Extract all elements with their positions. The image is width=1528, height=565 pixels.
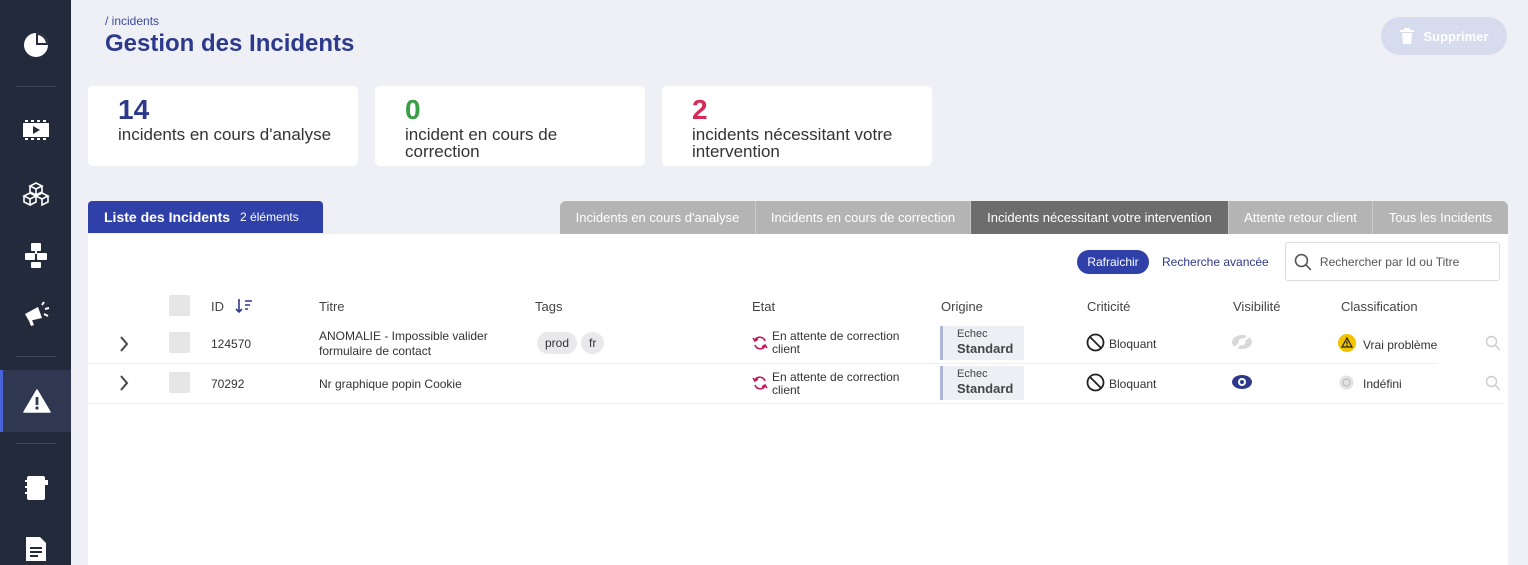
status-line: client (772, 342, 801, 356)
status-line: client (772, 383, 801, 397)
table-row[interactable]: 124570 ANOMALIE - Impossible valider for… (88, 323, 1508, 363)
row-checkbox[interactable] (169, 332, 190, 353)
tab-all[interactable]: Tous les Incidents (1373, 201, 1508, 234)
video-icon (22, 119, 49, 141)
notebook-icon (24, 476, 48, 500)
criticality-label: Bloquant (1109, 337, 1157, 351)
list-title-tab: Liste des Incidents 2 éléments (88, 201, 323, 233)
origin-type: Echec (957, 328, 988, 340)
search-icon[interactable] (1485, 375, 1501, 391)
column-header-classification: Classification (1341, 299, 1418, 314)
warning-icon (1338, 334, 1356, 352)
tags: prod fr (537, 332, 608, 354)
incident-title-line: ANOMALIE - Impossible valider (319, 329, 488, 343)
blocked-icon (1086, 333, 1105, 352)
sync-icon (752, 376, 768, 390)
nav-dashboard[interactable] (0, 14, 71, 76)
tag[interactable]: fr (581, 332, 605, 354)
workflow-icon (24, 243, 47, 268)
tab-awaiting-client[interactable]: Attente retour client (1229, 201, 1373, 234)
nav-videos[interactable] (0, 99, 71, 161)
chevron-right-icon[interactable] (118, 374, 130, 392)
stat-card-correction[interactable]: 0 incident en cours de correction (375, 86, 645, 166)
stat-card-analysis[interactable]: 14 incidents en cours d'analyse (88, 86, 358, 166)
list-title: Liste des Incidents (104, 209, 231, 225)
incident-title[interactable]: ANOMALIE - Impossible valider formulaire… (319, 329, 488, 359)
stat-card-intervention[interactable]: 2 incidents nécessitant votre interventi… (662, 86, 932, 166)
origin-badge: Echec Standard (940, 326, 1024, 360)
stat-value: 14 (118, 94, 150, 125)
origin-badge: Echec Standard (940, 366, 1024, 400)
advanced-search-link[interactable]: Recherche avancée (1162, 255, 1269, 269)
delete-button[interactable]: Supprimer (1381, 17, 1507, 55)
sync-icon (752, 336, 768, 350)
search-input[interactable] (1319, 254, 1499, 269)
tab-intervention[interactable]: Incidents nécessitant votre intervention (971, 201, 1229, 234)
breadcrumb[interactable]: / incidents (105, 14, 159, 28)
list-count: 2 éléments (240, 210, 299, 224)
column-header-label: ID (211, 299, 224, 314)
warning-icon (23, 389, 51, 413)
delete-button-label: Supprimer (1423, 28, 1489, 44)
megaphone-icon (24, 301, 49, 326)
refresh-button[interactable]: Rafraichir (1077, 250, 1149, 274)
row-checkbox[interactable] (169, 372, 190, 393)
column-header-status: Etat (752, 299, 776, 314)
incident-title[interactable]: Nr graphique popin Cookie (319, 377, 462, 391)
chevron-right-icon[interactable] (118, 335, 130, 353)
criticality-label: Bloquant (1109, 377, 1157, 391)
undefined-icon (1339, 375, 1354, 390)
column-header-id[interactable]: ID (211, 299, 224, 314)
sidebar (0, 0, 71, 565)
column-header-criticality: Criticité (1087, 299, 1131, 314)
nav-modules[interactable] (0, 163, 71, 225)
cubes-icon (21, 182, 50, 207)
tag[interactable]: prod (537, 332, 578, 354)
nav-workflow[interactable] (0, 224, 71, 286)
tab-correction[interactable]: Incidents en cours de correction (756, 201, 971, 234)
visible-eye-icon[interactable] (1231, 373, 1253, 391)
column-header-tags: Tags (535, 299, 563, 314)
column-header-origin: Origine (941, 299, 983, 314)
nav-incidents[interactable] (0, 370, 71, 432)
search-icon[interactable] (1485, 335, 1501, 351)
stat-label: incident en cours de correction (405, 125, 558, 161)
tab-analysis[interactable]: Incidents en cours d'analyse (560, 201, 756, 234)
origin-type: Echec (957, 368, 988, 380)
classification-label: Vrai problème (1363, 338, 1438, 352)
column-header-visibility: Visibilité (1233, 299, 1281, 314)
column-header-title: Titre (319, 299, 345, 314)
incident-status: En attente de correction client (772, 330, 899, 356)
stat-value: 2 (692, 94, 708, 125)
select-all-checkbox[interactable] (169, 295, 190, 316)
table-row[interactable]: 70292 Nr graphique popin Cookie En atten… (88, 363, 1508, 403)
nav-announcements[interactable] (0, 283, 71, 345)
incident-id[interactable]: 124570 (211, 337, 251, 351)
hidden-eye-icon[interactable] (1231, 333, 1253, 351)
sort-icon[interactable] (235, 298, 253, 314)
filter-tabs: Incidents en cours d'analyse Incidents e… (560, 201, 1508, 234)
pie-chart-icon (23, 33, 48, 57)
blocked-icon (1086, 373, 1105, 392)
classification-label: Indéfini (1363, 377, 1402, 391)
origin-label: Standard (957, 381, 1014, 396)
incident-id[interactable]: 70292 (211, 377, 244, 391)
incident-status: En attente de correction client (772, 371, 899, 397)
nav-documents[interactable] (0, 518, 71, 565)
trash-icon (1400, 28, 1415, 44)
search-box (1285, 242, 1500, 281)
nav-notebook[interactable] (0, 457, 71, 519)
document-icon (25, 537, 46, 561)
stat-label: incidents nécessitant votre intervention (692, 125, 893, 161)
page-title: Gestion des Incidents (105, 30, 355, 57)
incident-title-line: formulaire de contact (319, 344, 432, 358)
stat-value: 0 (405, 94, 421, 125)
origin-label: Standard (957, 341, 1014, 356)
search-icon (1294, 253, 1312, 271)
stat-label: incidents en cours d'analyse (118, 125, 332, 144)
